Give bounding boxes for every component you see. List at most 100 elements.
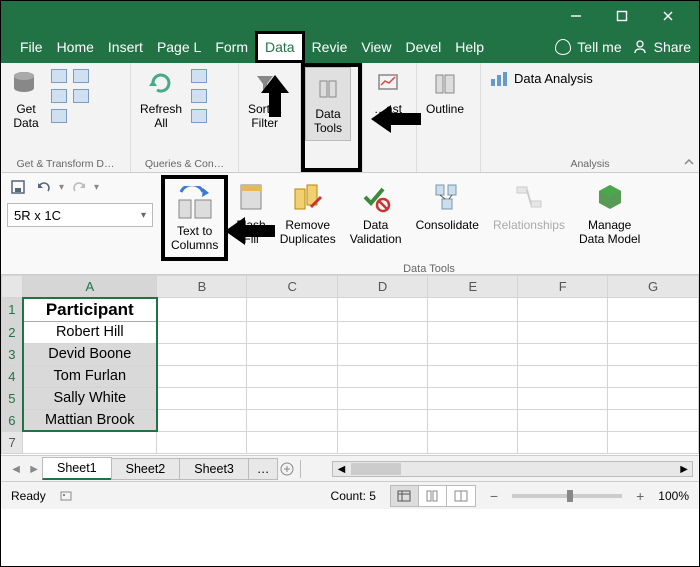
share-button[interactable]: Share [632,39,691,55]
cell-C7[interactable] [247,431,337,453]
collapse-ribbon-icon[interactable] [683,156,695,168]
remove-duplicates-button[interactable]: RemoveDuplicates [274,175,342,249]
sheet-tab-3[interactable]: Sheet3 [179,458,249,480]
cell-C4[interactable] [247,365,337,387]
minimize-button[interactable] [553,2,599,30]
tab-home[interactable]: Home [50,31,101,63]
row-header-2[interactable]: 2 [2,321,23,343]
cell-A1[interactable]: Participant [23,298,157,322]
column-header-F[interactable]: F [518,276,608,298]
from-web-button[interactable] [49,87,69,105]
cell-A7[interactable] [23,431,157,453]
zoom-in-button[interactable]: + [636,488,644,504]
cell-G6[interactable] [608,409,699,431]
sheet-tab-more[interactable]: … [248,458,279,480]
cell-G7[interactable] [608,431,699,453]
scroll-right-icon[interactable]: ► [676,462,692,476]
cell-D5[interactable] [337,387,427,409]
cell-A5[interactable]: Sally White [23,387,157,409]
name-box[interactable]: 5R x 1C ▾ [7,203,153,227]
cell-B5[interactable] [157,387,247,409]
cell-F3[interactable] [518,343,608,365]
get-data-button[interactable]: GetData [5,65,47,133]
cell-D4[interactable] [337,365,427,387]
tab-pagelayout[interactable]: Page L [150,31,208,63]
cell-E3[interactable] [428,343,518,365]
undo-button[interactable] [33,177,55,197]
cell-D2[interactable] [337,321,427,343]
worksheet-grid[interactable]: A B C D E F G 1 Participant 2 Robert Hil… [1,275,699,455]
cell-B4[interactable] [157,365,247,387]
maximize-button[interactable] [599,2,645,30]
cell-B3[interactable] [157,343,247,365]
cell-E4[interactable] [428,365,518,387]
cell-F4[interactable] [518,365,608,387]
outline-button[interactable]: Outline [421,65,469,133]
column-header-B[interactable]: B [157,276,247,298]
column-header-G[interactable]: G [608,276,699,298]
from-text-button[interactable] [49,67,69,85]
cell-D6[interactable] [337,409,427,431]
view-page-layout-button[interactable] [419,486,447,506]
view-normal-button[interactable] [391,486,419,506]
existing-connections-button[interactable] [71,87,91,105]
cell-C6[interactable] [247,409,337,431]
scroll-thumb[interactable] [351,463,401,475]
tab-formulas[interactable]: Form [208,31,255,63]
data-tools-button[interactable]: DataTools [305,67,351,141]
scroll-left-icon[interactable]: ◄ [333,462,349,476]
consolidate-button[interactable]: Consolidate [410,175,485,235]
row-header-5[interactable]: 5 [2,387,23,409]
column-header-D[interactable]: D [337,276,427,298]
queries-button[interactable] [189,67,209,85]
tab-insert[interactable]: Insert [101,31,150,63]
zoom-out-button[interactable]: − [490,488,498,504]
cell-A2[interactable]: Robert Hill [23,321,157,343]
column-header-A[interactable]: A [23,276,157,298]
select-all-cell[interactable] [2,276,23,298]
row-header-1[interactable]: 1 [2,298,23,322]
macro-recording-icon[interactable] [60,489,76,503]
row-header-6[interactable]: 6 [2,409,23,431]
cell-C3[interactable] [247,343,337,365]
cell-F1[interactable] [518,298,608,322]
row-header-3[interactable]: 3 [2,343,23,365]
cell-B2[interactable] [157,321,247,343]
recent-sources-button[interactable] [71,67,91,85]
cell-A4[interactable]: Tom Furlan [23,365,157,387]
edit-links-button[interactable] [189,107,209,125]
cell-E2[interactable] [428,321,518,343]
cell-G2[interactable] [608,321,699,343]
cell-F6[interactable] [518,409,608,431]
cell-E7[interactable] [428,431,518,453]
tab-file[interactable]: File [13,31,50,63]
properties-button[interactable] [189,87,209,105]
cell-A3[interactable]: Devid Boone [23,343,157,365]
cell-E1[interactable] [428,298,518,322]
horizontal-scrollbar[interactable]: ◄ ► [332,461,693,477]
qat-customize-icon[interactable]: ▾ [94,182,99,193]
cell-G5[interactable] [608,387,699,409]
column-header-E[interactable]: E [428,276,518,298]
tab-data[interactable]: Data [255,31,305,63]
data-validation-button[interactable]: DataValidation [344,175,408,249]
cell-A6[interactable]: Mattian Brook [23,409,157,431]
text-to-columns-button[interactable]: Text toColumns [161,175,228,261]
save-button[interactable] [7,177,29,197]
row-header-4[interactable]: 4 [2,365,23,387]
sheet-tab-2[interactable]: Sheet2 [111,458,181,480]
cell-G1[interactable] [608,298,699,322]
sheet-nav-prev[interactable]: ◄ [7,460,25,478]
cell-B7[interactable] [157,431,247,453]
column-header-C[interactable]: C [247,276,337,298]
splitter[interactable] [300,460,308,478]
manage-data-model-button[interactable]: ManageData Model [573,175,646,249]
cell-D1[interactable] [337,298,427,322]
sheet-tab-1[interactable]: Sheet1 [42,457,112,480]
cell-C5[interactable] [247,387,337,409]
tab-developer[interactable]: Devel [398,31,448,63]
new-sheet-button[interactable] [278,460,296,478]
tab-help[interactable]: Help [448,31,491,63]
view-page-break-button[interactable] [447,486,475,506]
undo-dropdown-icon[interactable]: ▾ [59,182,64,193]
